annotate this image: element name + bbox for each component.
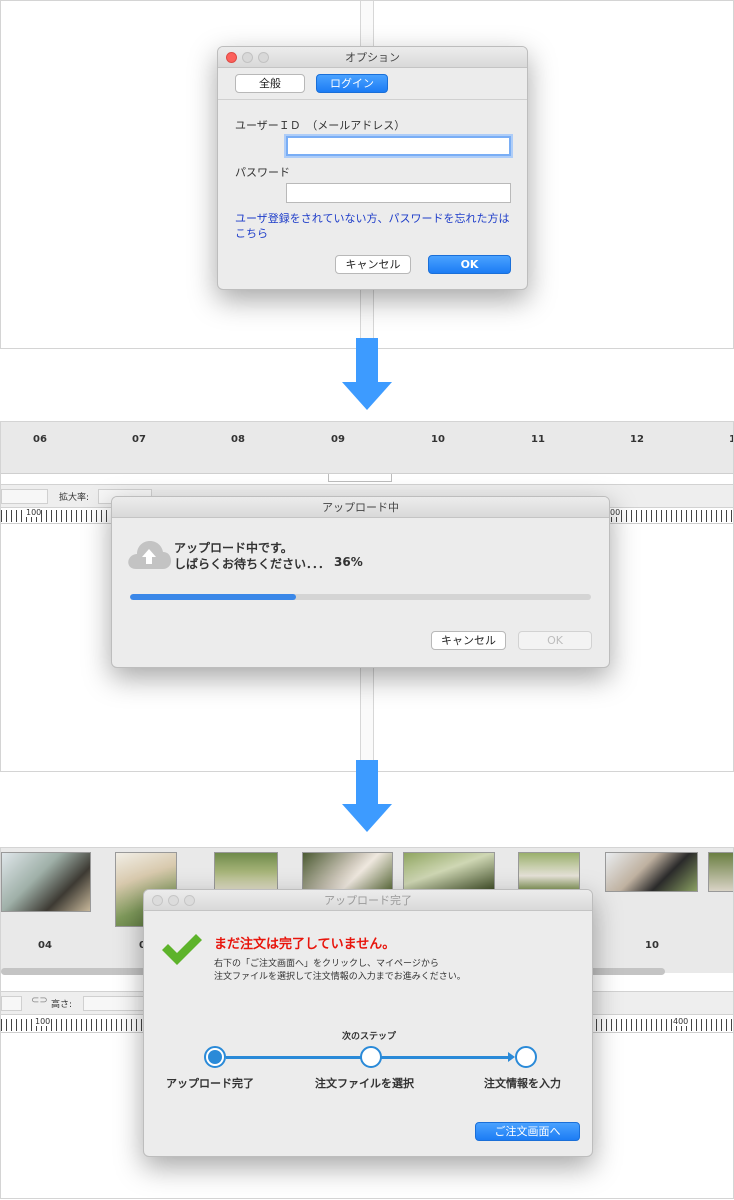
ruler-label: 00 bbox=[610, 508, 621, 517]
timeline-label: 08 bbox=[231, 434, 245, 445]
step-2-label: 注文ファイルを選択 bbox=[315, 1077, 414, 1090]
userid-input[interactable] bbox=[286, 136, 511, 156]
next-step-label: 次のステップ bbox=[342, 1032, 397, 1042]
password-input[interactable] bbox=[286, 183, 511, 203]
close-window-icon[interactable] bbox=[226, 52, 237, 63]
userid-label: ユーザーＩＤ （メールアドレス） bbox=[235, 119, 406, 132]
warning-message: まだ注文は完了していません。 bbox=[214, 937, 396, 952]
step-1-label: アップロード完了 bbox=[166, 1077, 254, 1090]
upload-message-line1: アップロード中です。 bbox=[174, 541, 293, 555]
uploading-panel: 06 07 08 09 10 11 12 1 拡大率: 100 00 アップロー… bbox=[0, 421, 734, 772]
timeline-label: 07 bbox=[132, 434, 146, 445]
photo-thumbnail[interactable] bbox=[302, 852, 393, 892]
timeline-label: 12 bbox=[630, 434, 644, 445]
upload-progress-dialog: アップロード中 アップロード中です。 しばらくお待ちください．．． 36% キャ… bbox=[111, 496, 610, 668]
photo-thumbnail[interactable] bbox=[1, 852, 91, 912]
progress-bar-fill bbox=[130, 594, 296, 600]
checkmark-icon bbox=[162, 934, 202, 965]
ruler-label: 100 bbox=[35, 1017, 51, 1026]
options-dialog: オプション 全般 ログイン ユーザーＩＤ （メールアドレス） パスワード ユーザ… bbox=[217, 46, 528, 290]
link-icon[interactable]: ⊂⊃ bbox=[31, 995, 48, 1006]
upload-message-line2: しばらくお待ちください．．． bbox=[174, 557, 331, 571]
tab-divider bbox=[218, 99, 527, 100]
timeline-label: 09 bbox=[331, 434, 345, 445]
tab-login[interactable]: ログイン bbox=[316, 74, 388, 93]
ok-button[interactable]: OK bbox=[428, 255, 511, 274]
photo-thumbnail[interactable] bbox=[403, 852, 495, 892]
tab-general[interactable]: 全般 bbox=[235, 74, 305, 93]
ruler-label: 100 bbox=[26, 508, 42, 517]
zoom-label: 拡大率: bbox=[59, 493, 90, 503]
ok-button[interactable]: OK bbox=[518, 631, 592, 650]
step-3-label: 注文情報を入力 bbox=[484, 1077, 561, 1090]
minimize-window-icon[interactable] bbox=[168, 895, 179, 906]
options-title: オプション bbox=[345, 51, 400, 64]
timeline-label: 10 bbox=[431, 434, 445, 445]
toolbar-field[interactable] bbox=[1, 489, 48, 504]
minimize-window-icon[interactable] bbox=[242, 52, 253, 63]
timeline-label: 10 bbox=[645, 940, 659, 951]
photo-thumbnail[interactable] bbox=[605, 852, 698, 892]
upload-title: アップロード中 bbox=[322, 501, 399, 514]
height-field[interactable] bbox=[83, 996, 147, 1011]
cloud-upload-icon bbox=[128, 541, 171, 569]
ruler-label: 400 bbox=[673, 1017, 689, 1026]
photo-thumbnail[interactable] bbox=[214, 852, 278, 892]
step-1-circle bbox=[204, 1046, 226, 1068]
cancel-button[interactable]: キャンセル bbox=[431, 631, 506, 650]
complete-panel: 04 0 10 ⊂⊃ 高さ: 100 400 アップロード完了 まだ注文は完了し… bbox=[0, 847, 734, 1199]
password-label: パスワード bbox=[235, 166, 290, 179]
description-line1: 右下の「ご注文画面へ」をクリックし、マイページから bbox=[214, 959, 439, 969]
order-screen-button[interactable]: ご注文画面へ bbox=[475, 1122, 580, 1141]
timeline-label: 11 bbox=[531, 434, 545, 445]
progress-bar-track bbox=[130, 594, 591, 600]
timeline-header: 06 07 08 09 10 11 12 1 bbox=[1, 422, 733, 474]
photo-thumbnail[interactable] bbox=[708, 852, 733, 892]
zoom-window-icon[interactable] bbox=[258, 52, 269, 63]
upload-titlebar: アップロード中 bbox=[112, 497, 609, 518]
height-label: 高さ: bbox=[51, 1000, 73, 1010]
register-link[interactable]: ユーザ登録をされていない方、パスワードを忘れた方は bbox=[235, 210, 509, 226]
scroll-handle[interactable] bbox=[328, 474, 392, 482]
timeline-label: 1 bbox=[729, 434, 733, 445]
photo-thumbnail[interactable] bbox=[518, 852, 580, 892]
zoom-window-icon[interactable] bbox=[184, 895, 195, 906]
close-window-icon[interactable] bbox=[152, 895, 163, 906]
description-line2: 注文ファイルを選択して注文情報の入力までお進みください。 bbox=[214, 972, 466, 982]
step-arrow-icon bbox=[508, 1052, 515, 1062]
register-link-here[interactable]: こちら bbox=[235, 225, 268, 241]
timeline-label: 04 bbox=[38, 940, 52, 951]
timeline-label: 06 bbox=[33, 434, 47, 445]
timeline-guide bbox=[360, 667, 374, 771]
complete-titlebar: アップロード完了 bbox=[144, 890, 592, 911]
cancel-button[interactable]: キャンセル bbox=[335, 255, 411, 274]
options-titlebar: オプション bbox=[218, 47, 527, 68]
toolbar-field[interactable] bbox=[1, 996, 22, 1011]
upload-complete-dialog: アップロード完了 まだ注文は完了していません。 右下の「ご注文画面へ」をクリック… bbox=[143, 889, 593, 1157]
step-2-circle bbox=[360, 1046, 382, 1068]
options-panel: オプション 全般 ログイン ユーザーＩＤ （メールアドレス） パスワード ユーザ… bbox=[0, 0, 734, 349]
step-3-circle bbox=[515, 1046, 537, 1068]
complete-title: アップロード完了 bbox=[324, 894, 412, 907]
upload-percent: 36% bbox=[334, 555, 363, 569]
